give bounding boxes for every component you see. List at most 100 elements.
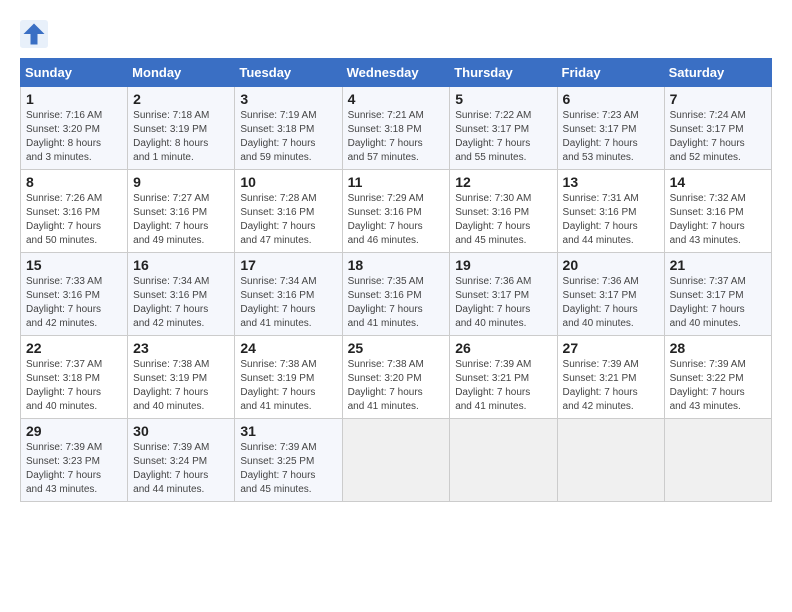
day-number: 1 xyxy=(26,91,122,107)
day-cell xyxy=(342,419,450,502)
day-info: Sunrise: 7:19 AM Sunset: 3:18 PM Dayligh… xyxy=(240,109,336,165)
day-cell xyxy=(664,419,771,502)
day-number: 31 xyxy=(240,423,336,439)
day-info: Sunrise: 7:30 AM Sunset: 3:16 PM Dayligh… xyxy=(455,192,551,248)
day-cell: 13 Sunrise: 7:31 AM Sunset: 3:16 PM Dayli… xyxy=(557,170,664,253)
day-info: Sunrise: 7:31 AM Sunset: 3:16 PM Dayligh… xyxy=(563,192,659,248)
day-number: 15 xyxy=(26,257,122,273)
day-header-saturday: Saturday xyxy=(664,59,771,87)
day-info: Sunrise: 7:39 AM Sunset: 3:22 PM Dayligh… xyxy=(670,358,766,414)
day-cell: 21Sunrise: 7:37 AM Sunset: 3:17 PM Dayli… xyxy=(664,253,771,336)
day-number: 3 xyxy=(240,91,336,107)
day-number: 22 xyxy=(26,340,122,356)
day-header-wednesday: Wednesday xyxy=(342,59,450,87)
day-number: 13 xyxy=(563,174,659,190)
day-cell: 7Sunrise: 7:24 AM Sunset: 3:17 PM Daylig… xyxy=(664,87,771,170)
day-info: Sunrise: 7:39 AM Sunset: 3:21 PM Dayligh… xyxy=(563,358,659,414)
day-info: Sunrise: 7:27 AM Sunset: 3:16 PM Dayligh… xyxy=(133,192,229,248)
header xyxy=(20,20,772,48)
day-number: 28 xyxy=(670,340,766,356)
day-number: 14 xyxy=(670,174,766,190)
day-cell: 6Sunrise: 7:23 AM Sunset: 3:17 PM Daylig… xyxy=(557,87,664,170)
day-cell: 27 Sunrise: 7:39 AM Sunset: 3:21 PM Dayli… xyxy=(557,336,664,419)
week-row-3: 15 Sunrise: 7:33 AM Sunset: 3:16 PM Dayli… xyxy=(21,253,772,336)
day-info: Sunrise: 7:34 AM Sunset: 3:16 PM Dayligh… xyxy=(133,275,229,331)
day-cell: 4 Sunrise: 7:21 AM Sunset: 3:18 PM Daylig… xyxy=(342,87,450,170)
day-cell: 10Sunrise: 7:28 AM Sunset: 3:16 PM Dayli… xyxy=(235,170,342,253)
day-cell: 22Sunrise: 7:37 AM Sunset: 3:18 PM Dayli… xyxy=(21,336,128,419)
day-number: 18 xyxy=(348,257,445,273)
day-info: Sunrise: 7:39 AM Sunset: 3:21 PM Dayligh… xyxy=(455,358,551,414)
day-cell: 14 Sunrise: 7:32 AM Sunset: 3:16 PM Dayli… xyxy=(664,170,771,253)
day-cell: 25 Sunrise: 7:38 AM Sunset: 3:20 PM Dayli… xyxy=(342,336,450,419)
day-info: Sunrise: 7:21 AM Sunset: 3:18 PM Dayligh… xyxy=(348,109,445,165)
day-header-sunday: Sunday xyxy=(21,59,128,87)
day-info: Sunrise: 7:39 AM Sunset: 3:23 PM Dayligh… xyxy=(26,441,122,497)
day-info: Sunrise: 7:33 AM Sunset: 3:16 PM Dayligh… xyxy=(26,275,122,331)
week-row-1: 1 Sunrise: 7:16 AM Sunset: 3:20 PM Daylig… xyxy=(21,87,772,170)
day-info: Sunrise: 7:38 AM Sunset: 3:19 PM Dayligh… xyxy=(240,358,336,414)
day-header-friday: Friday xyxy=(557,59,664,87)
day-cell: 1 Sunrise: 7:16 AM Sunset: 3:20 PM Daylig… xyxy=(21,87,128,170)
day-cell: 30 Sunrise: 7:39 AM Sunset: 3:24 PM Dayli… xyxy=(128,419,235,502)
day-info: Sunrise: 7:32 AM Sunset: 3:16 PM Dayligh… xyxy=(670,192,766,248)
day-number: 19 xyxy=(455,257,551,273)
day-cell: 29 Sunrise: 7:39 AM Sunset: 3:23 PM Dayli… xyxy=(21,419,128,502)
day-cell: 20Sunrise: 7:36 AM Sunset: 3:17 PM Dayli… xyxy=(557,253,664,336)
day-cell: 18 Sunrise: 7:35 AM Sunset: 3:16 PM Dayli… xyxy=(342,253,450,336)
day-info: Sunrise: 7:37 AM Sunset: 3:17 PM Dayligh… xyxy=(670,275,766,331)
day-cell: 24 Sunrise: 7:38 AM Sunset: 3:19 PM Dayli… xyxy=(235,336,342,419)
day-info: Sunrise: 7:22 AM Sunset: 3:17 PM Dayligh… xyxy=(455,109,551,165)
day-cell: 11Sunrise: 7:29 AM Sunset: 3:16 PM Dayli… xyxy=(342,170,450,253)
day-info: Sunrise: 7:36 AM Sunset: 3:17 PM Dayligh… xyxy=(455,275,551,331)
day-number: 26 xyxy=(455,340,551,356)
day-info: Sunrise: 7:18 AM Sunset: 3:19 PM Dayligh… xyxy=(133,109,229,165)
day-number: 24 xyxy=(240,340,336,356)
day-cell: 5 Sunrise: 7:22 AM Sunset: 3:17 PM Daylig… xyxy=(450,87,557,170)
day-cell: 3 Sunrise: 7:19 AM Sunset: 3:18 PM Daylig… xyxy=(235,87,342,170)
day-number: 30 xyxy=(133,423,229,439)
day-header-row: SundayMondayTuesdayWednesdayThursdayFrid… xyxy=(21,59,772,87)
day-info: Sunrise: 7:16 AM Sunset: 3:20 PM Dayligh… xyxy=(26,109,122,165)
day-cell: 9 Sunrise: 7:27 AM Sunset: 3:16 PM Daylig… xyxy=(128,170,235,253)
day-header-monday: Monday xyxy=(128,59,235,87)
day-info: Sunrise: 7:35 AM Sunset: 3:16 PM Dayligh… xyxy=(348,275,445,331)
day-info: Sunrise: 7:26 AM Sunset: 3:16 PM Dayligh… xyxy=(26,192,122,248)
day-number: 7 xyxy=(670,91,766,107)
day-number: 6 xyxy=(563,91,659,107)
day-number: 9 xyxy=(133,174,229,190)
day-cell: 23 Sunrise: 7:38 AM Sunset: 3:19 PM Dayli… xyxy=(128,336,235,419)
day-number: 2 xyxy=(133,91,229,107)
day-number: 25 xyxy=(348,340,445,356)
day-number: 4 xyxy=(348,91,445,107)
day-cell: 28 Sunrise: 7:39 AM Sunset: 3:22 PM Dayli… xyxy=(664,336,771,419)
week-row-4: 22Sunrise: 7:37 AM Sunset: 3:18 PM Dayli… xyxy=(21,336,772,419)
day-cell: 15 Sunrise: 7:33 AM Sunset: 3:16 PM Dayli… xyxy=(21,253,128,336)
day-cell xyxy=(557,419,664,502)
day-cell: 12 Sunrise: 7:30 AM Sunset: 3:16 PM Dayli… xyxy=(450,170,557,253)
day-info: Sunrise: 7:28 AM Sunset: 3:16 PM Dayligh… xyxy=(240,192,336,248)
day-cell: 19 Sunrise: 7:36 AM Sunset: 3:17 PM Dayli… xyxy=(450,253,557,336)
day-info: Sunrise: 7:38 AM Sunset: 3:19 PM Dayligh… xyxy=(133,358,229,414)
day-number: 12 xyxy=(455,174,551,190)
day-cell: 17Sunrise: 7:34 AM Sunset: 3:16 PM Dayli… xyxy=(235,253,342,336)
day-number: 8 xyxy=(26,174,122,190)
day-info: Sunrise: 7:36 AM Sunset: 3:17 PM Dayligh… xyxy=(563,275,659,331)
day-info: Sunrise: 7:34 AM Sunset: 3:16 PM Dayligh… xyxy=(240,275,336,331)
day-header-tuesday: Tuesday xyxy=(235,59,342,87)
day-number: 5 xyxy=(455,91,551,107)
day-info: Sunrise: 7:39 AM Sunset: 3:25 PM Dayligh… xyxy=(240,441,336,497)
day-info: Sunrise: 7:38 AM Sunset: 3:20 PM Dayligh… xyxy=(348,358,445,414)
day-header-thursday: Thursday xyxy=(450,59,557,87)
day-cell: 31 Sunrise: 7:39 AM Sunset: 3:25 PM Dayli… xyxy=(235,419,342,502)
day-number: 27 xyxy=(563,340,659,356)
day-number: 29 xyxy=(26,423,122,439)
day-cell: 2 Sunrise: 7:18 AM Sunset: 3:19 PM Daylig… xyxy=(128,87,235,170)
day-cell: 16Sunrise: 7:34 AM Sunset: 3:16 PM Dayli… xyxy=(128,253,235,336)
logo-icon xyxy=(20,20,48,48)
week-row-5: 29 Sunrise: 7:39 AM Sunset: 3:23 PM Dayli… xyxy=(21,419,772,502)
day-cell xyxy=(450,419,557,502)
day-info: Sunrise: 7:39 AM Sunset: 3:24 PM Dayligh… xyxy=(133,441,229,497)
day-number: 23 xyxy=(133,340,229,356)
day-cell: 26 Sunrise: 7:39 AM Sunset: 3:21 PM Dayli… xyxy=(450,336,557,419)
